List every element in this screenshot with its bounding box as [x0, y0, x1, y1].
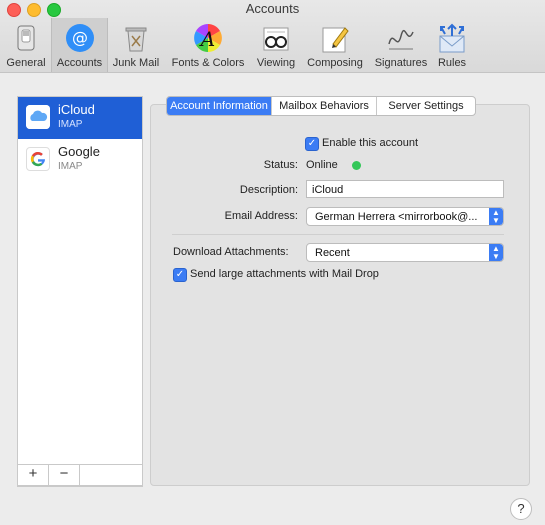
account-detail-tabs: Account Information Mailbox Behaviors Se…: [166, 96, 476, 116]
tab-accounts[interactable]: @ Accounts: [51, 18, 108, 72]
status-online-indicator: [352, 161, 361, 170]
download-attachments-value: Recent: [315, 247, 350, 259]
tab-server-settings[interactable]: Server Settings: [376, 97, 475, 115]
account-row-google[interactable]: Google IMAP: [18, 139, 142, 181]
tab-label: Viewing: [256, 57, 296, 69]
tab-junk-mail[interactable]: Junk Mail: [108, 18, 164, 72]
account-row-icloud[interactable]: iCloud IMAP: [18, 97, 142, 139]
color-wheel-icon: A: [192, 22, 224, 54]
tab-label: Junk Mail: [112, 57, 160, 69]
account-list[interactable]: iCloud IMAP Google IMAP: [17, 96, 143, 487]
account-name: iCloud: [58, 102, 95, 117]
account-type: IMAP: [58, 161, 83, 172]
add-account-button[interactable]: +: [18, 465, 49, 485]
toolbar: Accounts General @ Accounts Junk Mail A …: [0, 0, 545, 73]
mail-drop-label: Send large attachments with Mail Drop: [190, 268, 379, 280]
pencil-paper-icon: [319, 22, 351, 54]
signature-icon: [385, 22, 417, 54]
at-sign-icon: @: [64, 22, 96, 54]
download-attachments-label: Download Attachments:: [173, 246, 289, 258]
account-list-controls: + −: [17, 464, 143, 486]
enable-account-checkbox[interactable]: ✓: [305, 137, 319, 151]
account-type: IMAP: [58, 119, 83, 130]
updown-chevron-icon: ▲ ▼: [489, 244, 503, 261]
tab-fonts-colors[interactable]: A Fonts & Colors: [167, 18, 249, 72]
envelope-arrows-icon: [436, 22, 468, 54]
window-title: Accounts: [245, 1, 300, 16]
tab-general[interactable]: General: [3, 18, 49, 72]
icloud-icon: [26, 105, 50, 129]
mail-drop-checkbox[interactable]: ✓: [173, 268, 187, 282]
preferences-window: Accounts General @ Accounts Junk Mail A …: [0, 0, 545, 525]
tab-mailbox-behaviors[interactable]: Mailbox Behaviors: [271, 97, 376, 115]
trash-can-icon: [120, 22, 152, 54]
email-address-popup[interactable]: German Herrera <mirrorbook@... ▲ ▼: [306, 207, 504, 226]
updown-chevron-icon: ▲ ▼: [489, 208, 503, 225]
tab-viewing[interactable]: Viewing: [252, 18, 300, 72]
tab-label: Accounts: [56, 57, 103, 69]
description-field[interactable]: iCloud: [306, 180, 504, 198]
svg-text:A: A: [199, 27, 215, 51]
tab-rules[interactable]: Rules: [434, 18, 470, 72]
tab-label: Rules: [437, 57, 467, 69]
glasses-icon: [260, 22, 292, 54]
tab-signatures[interactable]: Signatures: [370, 18, 432, 72]
tab-composing[interactable]: Composing: [303, 18, 367, 72]
download-attachments-popup[interactable]: Recent ▲ ▼: [306, 243, 504, 262]
google-icon: [26, 147, 50, 171]
help-button[interactable]: ?: [510, 498, 532, 520]
status-label: Status:: [263, 159, 298, 171]
status-value: Online: [306, 159, 338, 171]
general-switch-icon: [10, 22, 42, 54]
tab-account-information[interactable]: Account Information: [167, 97, 271, 115]
enable-account-label: Enable this account: [322, 137, 419, 149]
svg-text:@: @: [72, 28, 88, 47]
description-label: Description:: [239, 184, 298, 196]
tab-label: General: [6, 57, 46, 69]
email-address-label: Email Address:: [224, 210, 298, 222]
email-address-value: German Herrera <mirrorbook@...: [315, 211, 478, 223]
tab-label: Signatures: [374, 57, 428, 69]
tab-label: Composing: [307, 57, 363, 69]
tab-label: Fonts & Colors: [171, 57, 245, 69]
divider: [172, 234, 504, 235]
account-name: Google: [58, 144, 100, 159]
remove-account-button[interactable]: −: [49, 465, 80, 485]
